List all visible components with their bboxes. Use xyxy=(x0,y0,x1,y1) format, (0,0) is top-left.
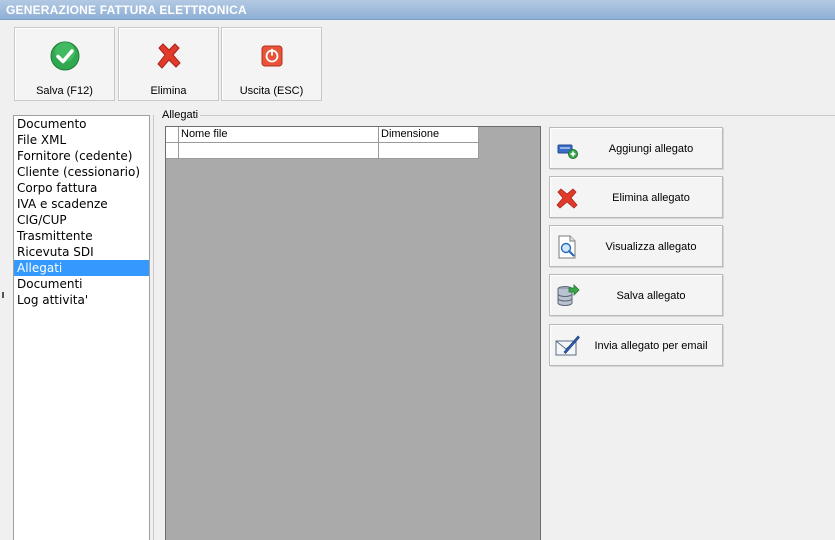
nav-item-trasmittente[interactable]: Trasmittente xyxy=(14,228,149,244)
attachments-grid[interactable]: Nome file Dimensione xyxy=(165,126,541,540)
exit-button[interactable]: Uscita (ESC) xyxy=(221,27,322,101)
column-header-filename[interactable]: Nome file xyxy=(179,127,379,142)
exit-button-label: Uscita (ESC) xyxy=(239,85,304,97)
delete-button-label: Elimina xyxy=(150,85,187,97)
grid-header: Nome file Dimensione xyxy=(166,127,479,143)
nav-item-documento[interactable]: Documento xyxy=(14,116,149,132)
group-border-left xyxy=(153,115,154,540)
save-attachment-button[interactable]: Salva allegato xyxy=(549,274,723,316)
save-button-label: Salva (F12) xyxy=(36,85,93,97)
window-title: GENERAZIONE FATTURA ELETTRONICA xyxy=(0,0,835,20)
email-attachment-label: Invia allegato per email xyxy=(594,340,708,352)
row-indicator[interactable] xyxy=(166,143,179,158)
splitter-handle[interactable] xyxy=(2,292,4,298)
save-button[interactable]: Salva (F12) xyxy=(14,27,115,101)
delete-attachment-label: Elimina allegato xyxy=(612,192,690,204)
view-attachment-button[interactable]: Visualizza allegato xyxy=(549,225,723,267)
delete-button[interactable]: Elimina xyxy=(118,27,219,101)
attachments-group-label: Allegati xyxy=(161,109,200,121)
add-attachment-button[interactable]: Aggiungi allegato xyxy=(549,127,723,169)
red-x-icon xyxy=(156,43,181,69)
table-row[interactable] xyxy=(166,143,479,159)
email-attachment-button[interactable]: Invia allegato per email xyxy=(549,324,723,366)
group-border-top xyxy=(200,115,835,116)
view-attachment-label: Visualizza allegato xyxy=(605,241,697,253)
nav-item-allegati[interactable]: Allegati xyxy=(14,260,149,276)
cell-size[interactable] xyxy=(379,143,479,158)
nav-item-documenti[interactable]: Documenti xyxy=(14,276,149,292)
nav-item-ricevuta-sdi[interactable]: Ricevuta SDI xyxy=(14,244,149,260)
nav-item-fornitore[interactable]: Fornitore (cedente) xyxy=(14,148,149,164)
nav-item-iva-scadenze[interactable]: IVA e scadenze xyxy=(14,196,149,212)
red-x-icon xyxy=(556,188,578,209)
add-attachment-label: Aggiungi allegato xyxy=(608,143,694,155)
checkmark-icon xyxy=(50,41,79,71)
column-header-size[interactable]: Dimensione xyxy=(379,127,479,142)
nav-item-cig-cup[interactable]: CIG/CUP xyxy=(14,212,149,228)
nav-item-corpo-fattura[interactable]: Corpo fattura xyxy=(14,180,149,196)
delete-attachment-button[interactable]: Elimina allegato xyxy=(549,176,723,218)
section-list[interactable]: Documento File XML Fornitore (cedente) C… xyxy=(13,115,150,540)
database-save-icon xyxy=(557,284,580,306)
email-icon xyxy=(555,335,580,356)
power-icon xyxy=(261,45,282,67)
nav-item-cliente[interactable]: Cliente (cessionario) xyxy=(14,164,149,180)
row-indicator-header xyxy=(166,127,179,142)
save-attachment-label: Salva allegato xyxy=(616,290,686,302)
nav-item-file-xml[interactable]: File XML xyxy=(14,132,149,148)
add-attachment-icon xyxy=(557,144,578,159)
nav-item-log-attivita[interactable]: Log attivita' xyxy=(14,292,149,308)
magnifier-document-icon xyxy=(558,235,576,259)
cell-filename[interactable] xyxy=(179,143,379,158)
